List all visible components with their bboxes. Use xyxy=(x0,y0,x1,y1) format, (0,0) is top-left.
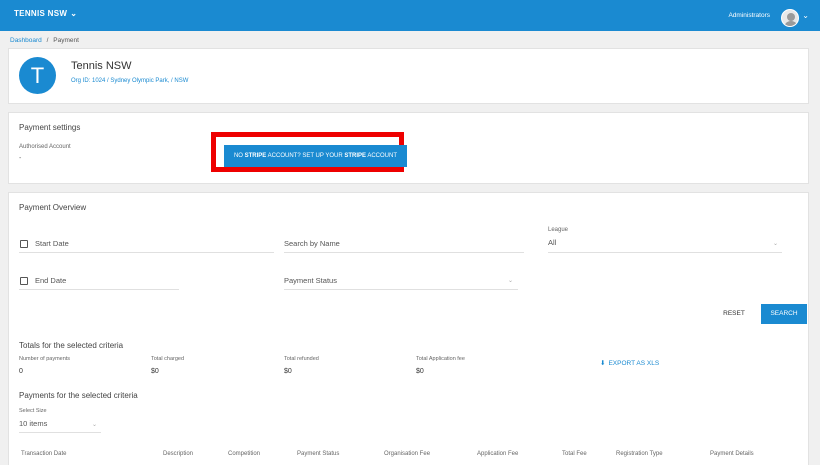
column-organisation-fee[interactable]: Organisation Fee xyxy=(384,451,430,457)
payment-status-chevron-down-icon[interactable]: ⌄ xyxy=(508,277,513,284)
select-size-dropdown[interactable]: 10 items ⌄ xyxy=(19,418,101,433)
end-date-checkbox[interactable] xyxy=(20,277,28,285)
breadcrumb-current: Payment xyxy=(53,37,79,44)
start-date-label: Start Date xyxy=(35,239,69,248)
search-button[interactable]: SEARCH xyxy=(761,304,807,324)
select-size-chevron-down-icon: ⌄ xyxy=(92,422,98,428)
column-payment-details[interactable]: Payment Details xyxy=(710,451,754,457)
start-date-checkbox[interactable] xyxy=(20,240,28,248)
stat-total-charged-label: Total charged xyxy=(151,356,185,362)
column-competition[interactable]: Competition xyxy=(228,451,260,457)
payment-settings-card: Payment settings Authorised Account - NO… xyxy=(8,112,809,184)
setup-stripe-button[interactable]: NO STRIPE ACCOUNT? SET UP YOUR STRIPE AC… xyxy=(224,145,407,167)
payment-status-underline xyxy=(284,289,518,290)
org-meta[interactable]: Org ID: 1024 / Sydney Olympic Park, / NS… xyxy=(71,78,188,84)
stat-application-fee-label: Total Application fee xyxy=(416,356,465,362)
stat-total-charged-value: $0 xyxy=(151,368,159,375)
column-payment-status[interactable]: Payment Status xyxy=(297,451,339,457)
select-size-label: Select Size xyxy=(19,408,47,414)
start-date-underline xyxy=(19,252,274,253)
stat-total-refunded-label: Total refunded xyxy=(284,356,319,362)
organisation-card: T Tennis NSW Org ID: 1024 / Sydney Olymp… xyxy=(8,48,809,104)
stat-number-payments-label: Number of payments xyxy=(19,356,71,362)
payment-status-select[interactable]: Payment Status xyxy=(284,276,337,285)
top-navigation-bar: TENNIS NSW ⌄ Administrators ⌄ xyxy=(0,0,820,31)
column-total-fee[interactable]: Total Fee xyxy=(562,451,587,457)
breadcrumb-dashboard-link[interactable]: Dashboard xyxy=(10,37,42,44)
end-date-underline xyxy=(19,289,179,290)
payment-overview-title: Payment Overview xyxy=(19,203,87,212)
org-avatar: T xyxy=(19,57,56,94)
download-icon: ⬇ xyxy=(600,360,606,367)
payment-overview-card: Payment Overview Start Date Search by Na… xyxy=(8,192,809,465)
stat-application-fee-value: $0 xyxy=(416,368,424,375)
user-role: Administrators xyxy=(728,12,770,19)
search-name-underline xyxy=(284,252,524,253)
league-chevron-down-icon[interactable]: ⌄ xyxy=(773,240,778,247)
org-switcher-label: TENNIS NSW xyxy=(14,9,68,18)
org-name: Tennis NSW xyxy=(71,60,132,72)
end-date-label: End Date xyxy=(35,276,67,285)
export-xls-label: EXPORT AS XLS xyxy=(608,360,660,367)
league-select-value[interactable]: All xyxy=(548,238,556,247)
payments-title: Payments for the selected criteria xyxy=(19,391,138,400)
stripe-highlight-box: NO STRIPE ACCOUNT? SET UP YOUR STRIPE AC… xyxy=(211,132,407,172)
stat-total-refunded-value: $0 xyxy=(284,368,292,375)
column-transaction-date[interactable]: Transaction Date xyxy=(21,451,66,457)
select-size-value: 10 items xyxy=(19,419,48,428)
org-switcher[interactable]: TENNIS NSW ⌄ xyxy=(14,9,77,18)
user-avatar-icon[interactable] xyxy=(781,9,799,27)
column-description[interactable]: Description xyxy=(163,451,193,457)
export-xls-link[interactable]: ⬇ EXPORT AS XLS xyxy=(600,359,659,367)
user-menu-chevron-icon[interactable]: ⌄ xyxy=(802,11,809,20)
stat-number-payments-value: 0 xyxy=(19,368,23,375)
column-registration-type[interactable]: Registration Type xyxy=(616,451,663,457)
totals-title: Totals for the selected criteria xyxy=(19,341,124,350)
authorised-account-value: - xyxy=(19,155,22,162)
search-name-input[interactable]: Search by Name xyxy=(284,239,340,248)
breadcrumb: Dashboard / Payment xyxy=(10,37,79,44)
league-label: League xyxy=(548,227,569,233)
payment-settings-title: Payment settings xyxy=(19,123,81,132)
breadcrumb-separator: / xyxy=(46,37,49,44)
column-application-fee[interactable]: Application Fee xyxy=(477,451,518,457)
chevron-down-icon: ⌄ xyxy=(70,9,78,18)
league-underline xyxy=(548,252,782,253)
authorised-account-label: Authorised Account xyxy=(19,144,71,150)
reset-button[interactable]: RESET xyxy=(713,306,755,322)
